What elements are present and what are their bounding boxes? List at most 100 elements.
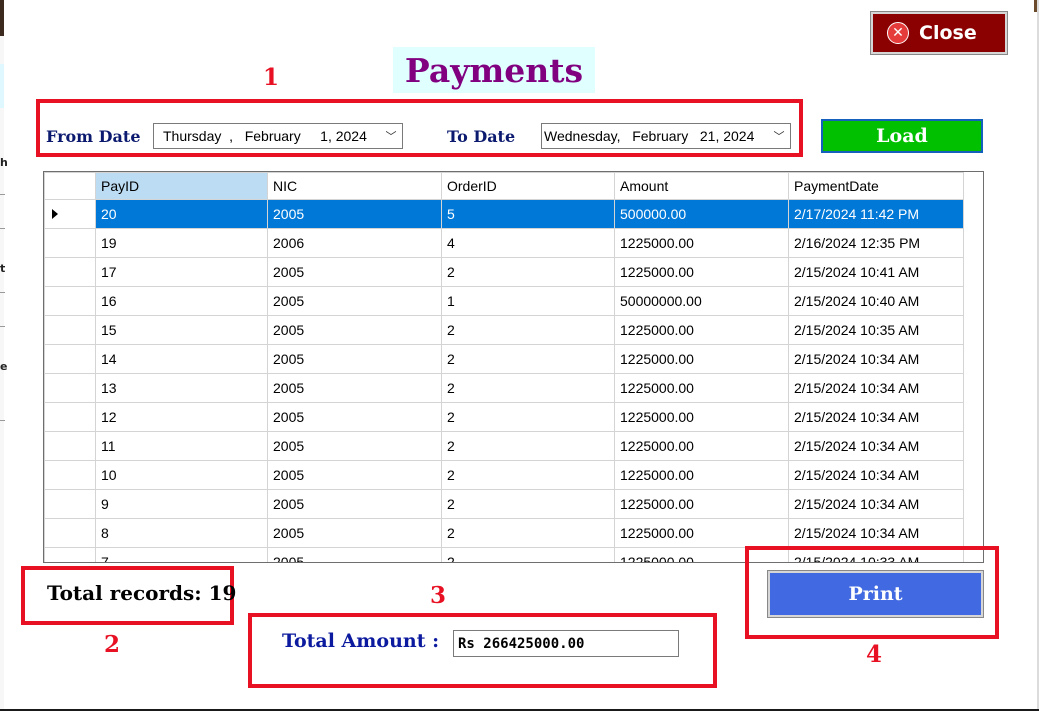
table-row[interactable]: 16 2005 1 50000000.00 2/15/2024 10:40 AM xyxy=(44,286,964,316)
cell-orderid[interactable]: 2 xyxy=(441,402,615,432)
cell-payid[interactable]: 14 xyxy=(95,344,268,374)
load-button[interactable]: Load xyxy=(821,119,983,153)
cell-amount[interactable]: 1225000.00 xyxy=(614,431,789,461)
cell-amount[interactable]: 1225000.00 xyxy=(614,518,789,548)
table-row[interactable]: 9 2005 2 1225000.00 2/15/2024 10:34 AM xyxy=(44,489,964,519)
column-header-payid[interactable]: PayID xyxy=(95,172,268,200)
cell-paymentdate[interactable]: 2/17/2024 11:42 PM xyxy=(788,199,964,229)
cell-amount[interactable]: 1225000.00 xyxy=(614,344,789,374)
table-row[interactable]: 20 2005 5 500000.00 2/17/2024 11:42 PM xyxy=(44,199,964,229)
cell-payid[interactable]: 17 xyxy=(95,257,268,287)
table-row[interactable]: 8 2005 2 1225000.00 2/15/2024 10:34 AM xyxy=(44,518,964,548)
cell-orderid[interactable]: 2 xyxy=(441,344,615,374)
row-header[interactable] xyxy=(44,460,96,490)
column-header-orderid[interactable]: OrderID xyxy=(441,172,615,200)
row-header[interactable] xyxy=(44,228,96,258)
table-row[interactable]: 11 2005 2 1225000.00 2/15/2024 10:34 AM xyxy=(44,431,964,461)
payments-grid[interactable]: PayID NIC OrderID Amount PaymentDate 20 2… xyxy=(43,171,984,563)
cell-nic[interactable]: 2005 xyxy=(267,286,442,316)
cell-paymentdate[interactable]: 2/15/2024 10:34 AM xyxy=(788,344,964,374)
cell-nic[interactable]: 2005 xyxy=(267,489,442,519)
cell-payid[interactable]: 16 xyxy=(95,286,268,316)
cell-paymentdate[interactable]: 2/15/2024 10:34 AM xyxy=(788,402,964,432)
cell-orderid[interactable]: 2 xyxy=(441,518,615,548)
cell-paymentdate[interactable]: 2/15/2024 10:34 AM xyxy=(788,518,964,548)
row-header[interactable] xyxy=(44,257,96,287)
cell-amount[interactable]: 1225000.00 xyxy=(614,402,789,432)
cell-payid[interactable]: 15 xyxy=(95,315,268,345)
row-header[interactable] xyxy=(44,547,96,562)
row-header[interactable] xyxy=(44,286,96,316)
cell-paymentdate[interactable]: 2/15/2024 10:40 AM xyxy=(788,286,964,316)
cell-nic[interactable]: 2005 xyxy=(267,373,442,403)
cell-paymentdate[interactable]: 2/15/2024 10:34 AM xyxy=(788,431,964,461)
cell-paymentdate[interactable]: 2/16/2024 12:35 PM xyxy=(788,228,964,258)
table-row[interactable]: 14 2005 2 1225000.00 2/15/2024 10:34 AM xyxy=(44,344,964,374)
cell-nic[interactable]: 2005 xyxy=(267,431,442,461)
cell-amount[interactable]: 500000.00 xyxy=(614,199,789,229)
cell-nic[interactable]: 2005 xyxy=(267,257,442,287)
row-header[interactable] xyxy=(44,489,96,519)
cell-orderid[interactable]: 2 xyxy=(441,460,615,490)
cell-orderid[interactable]: 2 xyxy=(441,257,615,287)
cell-payid[interactable]: 20 xyxy=(95,199,268,229)
cell-payid[interactable]: 7 xyxy=(95,547,268,562)
cell-nic[interactable]: 2006 xyxy=(267,228,442,258)
cell-amount[interactable]: 1225000.00 xyxy=(614,315,789,345)
row-header[interactable] xyxy=(44,431,96,461)
table-row[interactable]: 10 2005 2 1225000.00 2/15/2024 10:34 AM xyxy=(44,460,964,490)
row-header[interactable] xyxy=(44,344,96,374)
table-row[interactable]: 17 2005 2 1225000.00 2/15/2024 10:41 AM xyxy=(44,257,964,287)
chevron-down-icon[interactable]: ﹀ xyxy=(380,128,402,144)
row-header[interactable] xyxy=(44,199,96,229)
to-date-picker[interactable]: Wednesday, February 21, 2024 ﹀ xyxy=(541,123,791,149)
cell-nic[interactable]: 2005 xyxy=(267,199,442,229)
cell-payid[interactable]: 19 xyxy=(95,228,268,258)
table-row[interactable]: 19 2006 4 1225000.00 2/16/2024 12:35 PM xyxy=(44,228,964,258)
table-row[interactable]: 12 2005 2 1225000.00 2/15/2024 10:34 AM xyxy=(44,402,964,432)
cell-orderid[interactable]: 2 xyxy=(441,315,615,345)
cell-orderid[interactable]: 1 xyxy=(441,286,615,316)
column-header-amount[interactable]: Amount xyxy=(614,172,789,200)
row-header[interactable] xyxy=(44,402,96,432)
print-button[interactable]: Print xyxy=(767,570,984,618)
cell-orderid[interactable]: 2 xyxy=(441,547,615,562)
cell-orderid[interactable]: 2 xyxy=(441,489,615,519)
cell-nic[interactable]: 2005 xyxy=(267,402,442,432)
cell-payid[interactable]: 12 xyxy=(95,402,268,432)
cell-paymentdate[interactable]: 2/15/2024 10:34 AM xyxy=(788,489,964,519)
cell-orderid[interactable]: 4 xyxy=(441,228,615,258)
cell-nic[interactable]: 2005 xyxy=(267,547,442,562)
cell-orderid[interactable]: 2 xyxy=(441,431,615,461)
cell-amount[interactable]: 1225000.00 xyxy=(614,489,789,519)
close-button[interactable]: ✕ Close xyxy=(870,11,1008,55)
cell-amount[interactable]: 1225000.00 xyxy=(614,373,789,403)
cell-payid[interactable]: 10 xyxy=(95,460,268,490)
cell-payid[interactable]: 9 xyxy=(95,489,268,519)
cell-paymentdate[interactable]: 2/15/2024 10:35 AM xyxy=(788,315,964,345)
table-row[interactable]: 13 2005 2 1225000.00 2/15/2024 10:34 AM xyxy=(44,373,964,403)
row-header[interactable] xyxy=(44,518,96,548)
cell-paymentdate[interactable]: 2/15/2024 10:34 AM xyxy=(788,460,964,490)
cell-amount[interactable]: 50000000.00 xyxy=(614,286,789,316)
cell-paymentdate[interactable]: 2/15/2024 10:34 AM xyxy=(788,373,964,403)
cell-nic[interactable]: 2005 xyxy=(267,460,442,490)
row-header[interactable] xyxy=(44,315,96,345)
cell-orderid[interactable]: 2 xyxy=(441,373,615,403)
cell-nic[interactable]: 2005 xyxy=(267,315,442,345)
chevron-down-icon[interactable]: ﹀ xyxy=(768,128,790,144)
cell-amount[interactable]: 1225000.00 xyxy=(614,228,789,258)
cell-orderid[interactable]: 5 xyxy=(441,199,615,229)
cell-payid[interactable]: 13 xyxy=(95,373,268,403)
table-row[interactable]: 15 2005 2 1225000.00 2/15/2024 10:35 AM xyxy=(44,315,964,345)
from-date-picker[interactable]: Thursday , February 1, 2024 ﹀ xyxy=(153,123,403,149)
column-header-paymentdate[interactable]: PaymentDate xyxy=(788,172,964,200)
cell-payid[interactable]: 11 xyxy=(95,431,268,461)
column-header-nic[interactable]: NIC xyxy=(267,172,442,200)
cell-amount[interactable]: 1225000.00 xyxy=(614,460,789,490)
cell-nic[interactable]: 2005 xyxy=(267,344,442,374)
row-header[interactable] xyxy=(44,373,96,403)
cell-payid[interactable]: 8 xyxy=(95,518,268,548)
cell-amount[interactable]: 1225000.00 xyxy=(614,257,789,287)
cell-paymentdate[interactable]: 2/15/2024 10:41 AM xyxy=(788,257,964,287)
